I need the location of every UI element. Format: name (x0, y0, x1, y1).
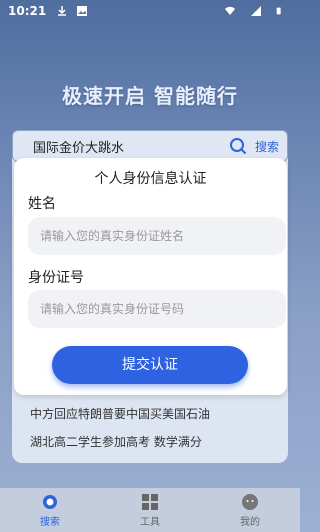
battery-icon (276, 7, 281, 15)
tab-label: 我的 (240, 516, 260, 528)
wifi-icon (225, 6, 235, 15)
status-bar: 10:21 (0, 0, 300, 22)
list-item[interactable]: 中方回应特朗普要中国买美国石油 (30, 405, 210, 422)
id-number-label: 身份证号 (28, 270, 84, 286)
tab-profile[interactable]: 我的 (200, 488, 300, 532)
name-input[interactable]: 请输入您的真实身份证姓名 (28, 217, 286, 255)
tools-icon (142, 493, 158, 510)
profile-icon (242, 493, 258, 510)
status-icons (224, 5, 292, 17)
search-icon[interactable] (229, 137, 247, 155)
status-time: 10:21 (8, 4, 47, 18)
modal-title: 个人身份信息认证 (94, 171, 207, 187)
search-button[interactable]: 搜索 (255, 138, 279, 155)
tab-search[interactable]: 搜索 (0, 488, 100, 532)
name-label: 姓名 (28, 196, 56, 212)
tab-tools[interactable]: 工具 (100, 488, 200, 532)
search-input[interactable]: 国际金价大跳水 (33, 137, 124, 156)
tab-label: 工具 (140, 516, 160, 528)
tab-label: 搜索 (40, 516, 60, 528)
search-tab-icon (43, 494, 57, 509)
signal-icon (251, 6, 261, 16)
bottom-tab-bar: 搜索 工具 我的 (0, 488, 300, 532)
submit-verification-button[interactable]: 提交认证 (52, 346, 248, 384)
list-item[interactable]: 湖北高二学生参加高考 数学满分 (30, 433, 202, 450)
image-notification-icon (77, 6, 88, 16)
id-number-input[interactable]: 请输入您的真实身份证号码 (28, 290, 286, 328)
download-icon (58, 6, 67, 16)
hero-title: 极速开启 智能随行 (62, 84, 238, 108)
identity-verification-modal: 个人身份信息认证 姓名 请输入您的真实身份证姓名 身份证号 请输入您的真实身份证… (14, 158, 287, 395)
